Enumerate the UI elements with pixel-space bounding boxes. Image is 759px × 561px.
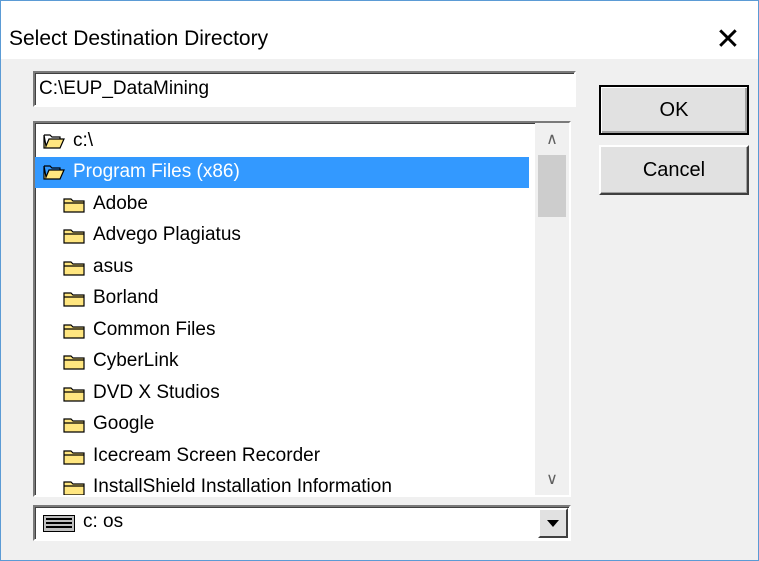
path-input[interactable]: [33, 71, 576, 107]
tree-item[interactable]: asus: [35, 251, 535, 283]
folder-icon: [63, 226, 85, 244]
scroll-thumb[interactable]: [538, 155, 566, 217]
ok-button[interactable]: OK: [599, 85, 749, 135]
tree-item[interactable]: Advego Plagiatus: [35, 220, 535, 252]
directory-tree[interactable]: c:\ Program Files (x86) Adobe Advego Plagia…: [33, 121, 571, 497]
folder-icon: [63, 478, 85, 495]
drive-select[interactable]: c: os: [33, 505, 571, 541]
dialog-window: Select Destination Directory ✕ OK Cancel…: [0, 0, 759, 561]
drive-icon: [43, 515, 75, 532]
tree-item[interactable]: Icecream Screen Recorder: [35, 440, 535, 472]
folder-icon: [63, 384, 85, 402]
drive-dropdown-button[interactable]: [538, 508, 568, 538]
tree-item-label: Program Files (x86): [73, 161, 240, 183]
tree-item[interactable]: DVD X Studios: [35, 377, 535, 409]
tree-item[interactable]: c:\: [35, 125, 535, 157]
tree-scrollbar[interactable]: ∧ ∨: [535, 123, 569, 495]
folder-icon: [63, 289, 85, 307]
tree-item-label: Google: [93, 413, 155, 435]
tree-item[interactable]: Program Files (x86): [35, 156, 529, 188]
folder-icon: [63, 195, 85, 213]
tree-item-label: Icecream Screen Recorder: [93, 444, 321, 466]
tree-item[interactable]: Common Files: [35, 314, 535, 346]
tree-item-label: Advego Plagiatus: [93, 224, 241, 246]
tree-item-label: InstallShield Installation Information: [93, 476, 392, 497]
tree-item-label: Borland: [93, 287, 159, 309]
open-folder-icon: [43, 132, 65, 150]
chevron-up-icon: ∧: [546, 131, 558, 148]
tree-item-label: CyberLink: [93, 350, 179, 372]
scroll-up-button[interactable]: ∧: [535, 123, 569, 155]
cancel-button[interactable]: Cancel: [599, 145, 749, 195]
tree-item[interactable]: InstallShield Installation Information: [35, 472, 535, 497]
tree-item-label: Adobe: [93, 192, 148, 214]
tree-item[interactable]: CyberLink: [35, 346, 535, 378]
folder-icon: [63, 415, 85, 433]
tree-item[interactable]: Adobe: [35, 188, 535, 220]
close-icon: ✕: [715, 22, 741, 56]
folder-icon: [63, 352, 85, 370]
tree-item[interactable]: Borland: [35, 283, 535, 315]
scroll-down-button[interactable]: ∨: [535, 463, 569, 495]
chevron-down-icon: ∨: [546, 471, 558, 488]
drive-label: c: os: [83, 511, 124, 532]
folder-icon: [63, 258, 85, 276]
tree-item-label: Common Files: [93, 318, 216, 340]
tree-item-label: c:\: [73, 129, 94, 151]
dialog-client: OK Cancel c:\ Program Files (x86) Adobe Adv…: [1, 59, 758, 560]
open-folder-icon: [43, 163, 65, 181]
tree-item-label: DVD X Studios: [93, 381, 220, 403]
tree-item-label: asus: [93, 255, 134, 277]
dialog-title: Select Destination Directory: [9, 27, 269, 50]
tree-item[interactable]: Google: [35, 409, 535, 441]
chevron-down-icon: [547, 519, 559, 527]
folder-icon: [63, 447, 85, 465]
directory-list: c:\ Program Files (x86) Adobe Advego Plagia…: [35, 125, 535, 497]
folder-icon: [63, 321, 85, 339]
